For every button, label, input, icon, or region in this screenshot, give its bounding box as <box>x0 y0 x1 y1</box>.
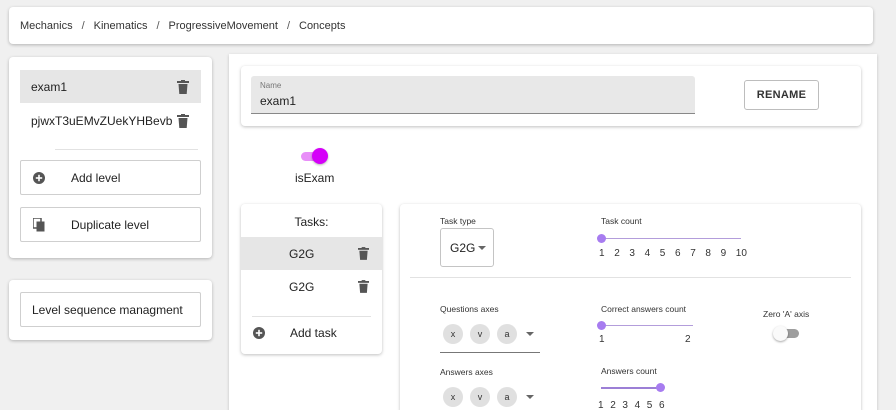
slider-tick-label: 1 <box>599 248 605 259</box>
slider-tick-label: 8 <box>705 248 711 259</box>
slider-tick-label: 5 <box>659 248 666 259</box>
name-field-label: Name <box>260 81 282 90</box>
divider <box>410 277 851 278</box>
slider-tick-label: 6 <box>659 400 665 410</box>
levels-panel: exam1 pjwxT3uEMvZUekYHBevb Add level Dup… <box>9 57 212 258</box>
divider <box>55 149 198 150</box>
add-circle-icon <box>33 172 45 184</box>
correct-answers-slider[interactable]: 1 2 <box>596 320 701 348</box>
task-type-value: G2G <box>450 241 476 255</box>
axis-chip-a: a <box>497 387 517 407</box>
answers-axes-label: Answers axes <box>440 367 493 377</box>
slider-tick-label: 1 <box>599 334 605 345</box>
slider-tick-label: 6 <box>675 248 681 259</box>
level-sequence-button[interactable]: Level sequence managment <box>20 292 201 327</box>
name-field-value: exam1 <box>260 94 297 108</box>
duplicate-level-label: Duplicate level <box>71 218 150 232</box>
questions-axes-select[interactable]: x v a <box>440 321 540 353</box>
slider-track <box>601 238 741 239</box>
axis-chip-x: x <box>443 324 463 344</box>
add-level-label: Add level <box>71 171 121 185</box>
add-circle-icon <box>253 327 265 339</box>
slider-tick-label: 10 <box>735 248 747 259</box>
task-count-label: Task count <box>601 216 642 226</box>
breadcrumb-separator: / <box>81 19 85 32</box>
slider-tick-label: 3 <box>629 248 635 259</box>
task-settings-card: Task type G2G Task count 1 2 3 4 5 6 7 8 9 10 Que… <box>400 204 861 410</box>
add-task-button[interactable]: Add task <box>241 322 382 344</box>
sequence-panel: Level sequence managment <box>9 280 212 340</box>
questions-axes-label: Questions axes <box>440 304 499 314</box>
axis-chip-v: v <box>470 387 490 407</box>
chevron-down-icon <box>526 395 534 399</box>
breadcrumb: Mechanics / Kinematics / ProgressiveMove… <box>9 7 873 44</box>
delete-icon[interactable] <box>358 280 369 293</box>
is-exam-toggle[interactable] <box>301 148 329 164</box>
slider-tick-label: 4 <box>634 400 641 410</box>
slider-tick-label: 1 <box>598 400 604 410</box>
toggle-thumb <box>773 326 788 341</box>
breadcrumb-item-mechanics[interactable]: Mechanics <box>20 20 73 32</box>
level-item[interactable]: pjwxT3uEMvZUekYHBevb <box>20 104 201 137</box>
task-item[interactable]: G2G <box>241 237 382 270</box>
tasks-card: Tasks: G2G G2G Add task <box>241 204 382 354</box>
chevron-down-icon <box>478 246 486 250</box>
task-type-label: Task type <box>440 216 476 226</box>
delete-icon[interactable] <box>177 114 189 128</box>
name-field[interactable]: Name exam1 <box>251 76 695 114</box>
level-item-label: exam1 <box>31 79 68 94</box>
is-exam-label: isExam <box>295 171 335 185</box>
duplicate-icon <box>33 218 45 232</box>
slider-thumb[interactable] <box>597 234 606 243</box>
slider-tick-label: 5 <box>646 400 653 410</box>
task-count-slider[interactable]: 1 2 3 4 5 6 7 8 9 10 <box>596 232 751 264</box>
delete-icon[interactable] <box>358 247 369 260</box>
breadcrumb-separator: / <box>156 19 160 32</box>
task-item-label: G2G <box>289 280 315 294</box>
level-item[interactable]: exam1 <box>20 70 201 103</box>
slider-tick-label: 2 <box>614 248 620 259</box>
slider-thumb[interactable] <box>597 321 606 330</box>
tasks-header: Tasks: <box>294 215 329 229</box>
slider-track <box>601 387 660 389</box>
answers-count-slider[interactable]: 123456 <box>596 382 671 410</box>
axis-chip-v: v <box>470 324 490 344</box>
toggle-thumb <box>312 148 328 164</box>
breadcrumb-item-concepts[interactable]: Concepts <box>299 20 345 32</box>
slider-tick-label: 9 <box>720 248 727 259</box>
task-item[interactable]: G2G <box>241 270 382 303</box>
slider-tick-label: 3 <box>622 400 628 410</box>
level-sequence-label: Level sequence managment <box>32 302 183 317</box>
divider <box>252 316 371 317</box>
slider-tick-label: 7 <box>690 248 696 259</box>
zero-a-axis-toggle[interactable] <box>773 326 801 341</box>
add-task-label: Add task <box>290 326 337 340</box>
task-item-label: G2G <box>289 247 315 261</box>
breadcrumb-item-kinematics[interactable]: Kinematics <box>94 20 148 32</box>
task-type-select[interactable]: G2G <box>440 228 494 267</box>
slider-tick-label: 4 <box>644 248 651 259</box>
name-card: Name exam1 RENAME <box>241 66 861 126</box>
slider-thumb[interactable] <box>656 383 665 392</box>
rename-button[interactable]: RENAME <box>744 80 819 110</box>
add-level-button[interactable]: Add level <box>20 160 201 195</box>
level-item-label: pjwxT3uEMvZUekYHBevb <box>31 113 173 128</box>
slider-tick-label: 2 <box>610 400 616 410</box>
zero-a-axis-label: Zero 'A' axis <box>763 309 810 319</box>
axis-chip-x: x <box>443 387 463 407</box>
correct-answers-label: Correct answers count <box>601 304 687 314</box>
breadcrumb-separator: / <box>286 19 290 32</box>
axis-chip-a: a <box>497 324 517 344</box>
breadcrumb-item-progressive-movement[interactable]: ProgressiveMovement <box>169 20 278 32</box>
answers-axes-select[interactable]: x v a <box>440 384 540 410</box>
chevron-down-icon <box>526 332 534 336</box>
slider-track <box>601 325 693 326</box>
duplicate-level-button[interactable]: Duplicate level <box>20 207 201 242</box>
answers-count-label: Answers count <box>601 366 657 376</box>
delete-icon[interactable] <box>177 80 189 94</box>
slider-tick-label: 2 <box>685 334 691 345</box>
